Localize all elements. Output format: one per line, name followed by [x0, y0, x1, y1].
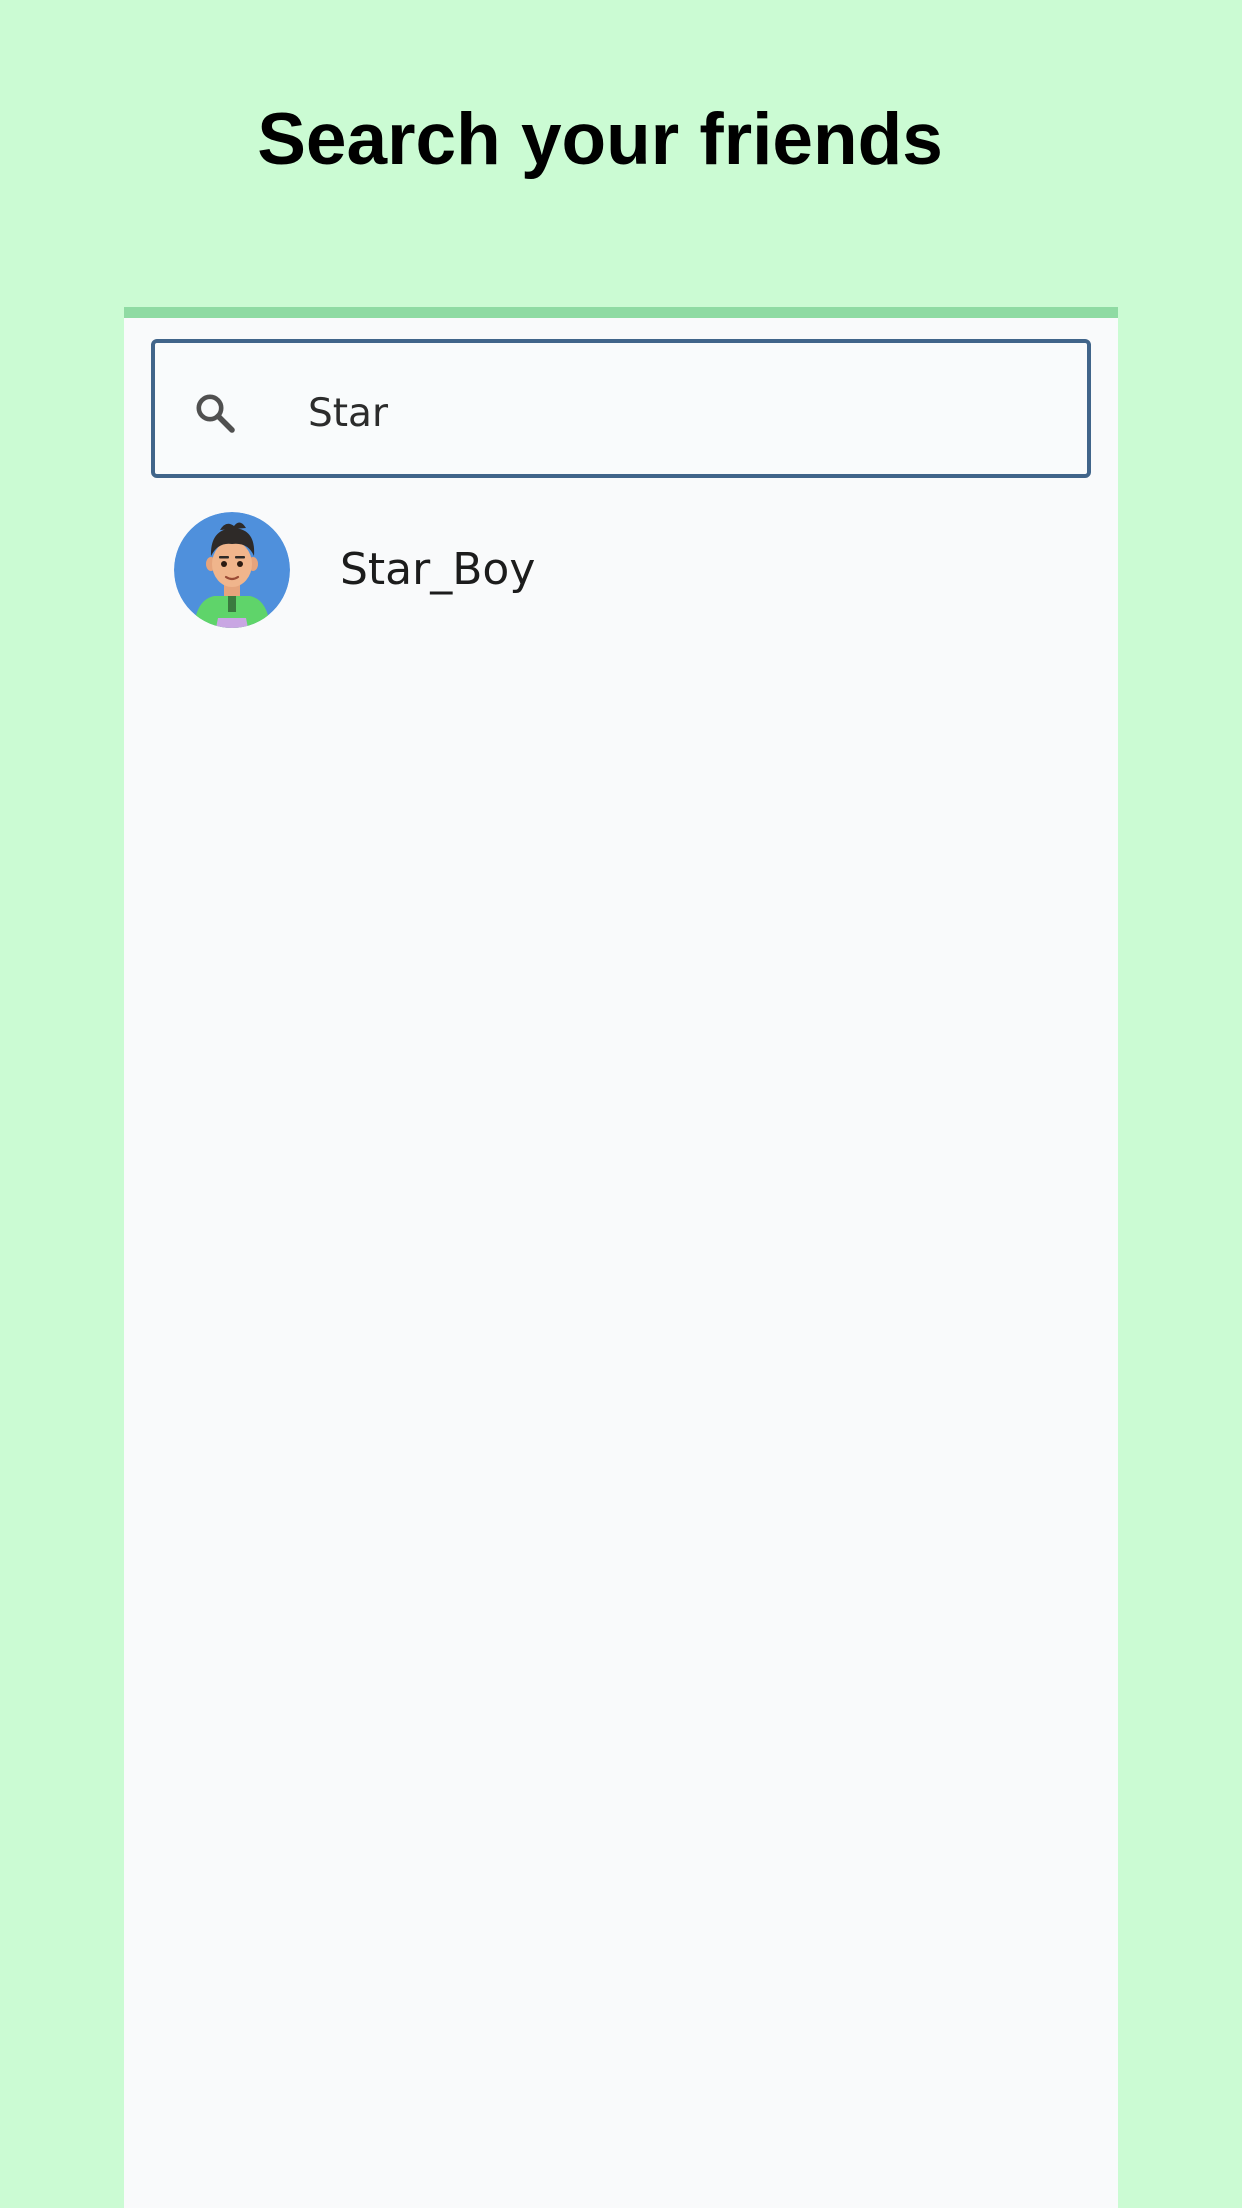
search-box[interactable] [151, 339, 1091, 478]
result-list: Star_Boy [124, 512, 1118, 628]
avatar [174, 512, 290, 628]
friend-name: Star_Boy [340, 544, 536, 595]
list-item[interactable]: Star_Boy [124, 512, 1118, 628]
search-input[interactable] [308, 377, 1048, 449]
search-icon[interactable] [191, 389, 239, 437]
panel-top-bar [124, 307, 1118, 318]
screen: Search your friends Star Star_Boy [0, 0, 1242, 2208]
search-panel: Star_Boy [124, 307, 1118, 2208]
page-title: Search your friends [257, 99, 943, 180]
